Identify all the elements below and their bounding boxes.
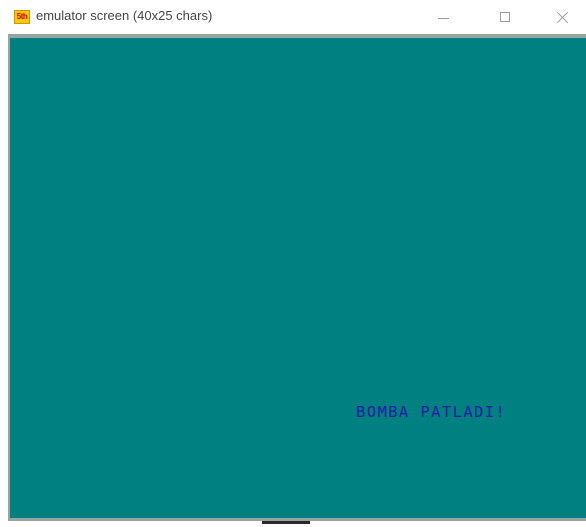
emulator-window: 5th emulator screen (40x25 chars) BOMBA … <box>0 0 586 527</box>
maximize-button[interactable] <box>482 0 528 34</box>
close-icon <box>557 11 569 23</box>
taskbar-fragment <box>262 521 310 524</box>
emulator-screen[interactable]: BOMBA PATLADI! <box>10 38 586 518</box>
app-icon[interactable]: 5th <box>14 10 30 24</box>
screen-message: BOMBA PATLADI! <box>356 403 507 421</box>
minimize-button[interactable] <box>420 0 466 34</box>
app-icon-label: 5th <box>16 12 28 21</box>
window-title: emulator screen (40x25 chars) <box>36 8 213 23</box>
maximize-icon <box>500 12 510 22</box>
close-button[interactable] <box>540 0 586 34</box>
screen-frame: BOMBA PATLADI! <box>8 34 586 521</box>
title-bar[interactable]: 5th emulator screen (40x25 chars) <box>0 0 586 34</box>
minimize-icon <box>437 17 449 19</box>
